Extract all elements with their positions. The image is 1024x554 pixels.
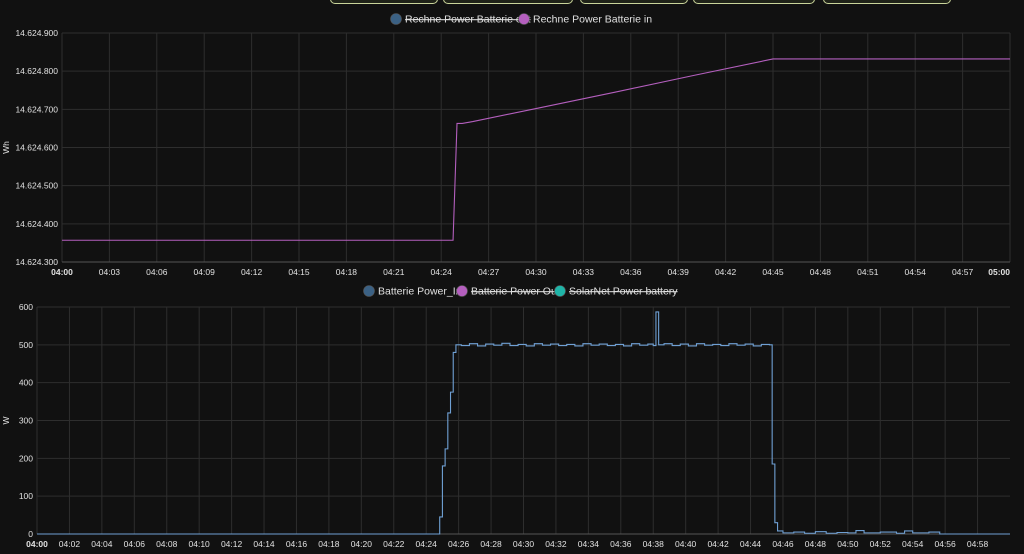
- chart1-x-tick-label: 04:15: [288, 267, 310, 277]
- chart1-x-tick-label: 04:42: [715, 267, 737, 277]
- chart2-x-tick-label: 04:40: [675, 539, 697, 549]
- chart2-x-tick-label: 04:52: [870, 539, 892, 549]
- chart1-y-tick-label: 14.624.500: [15, 181, 58, 191]
- chart1-x-tick-label: 04:33: [573, 267, 595, 277]
- chart2-y-tick-label: 100: [19, 491, 33, 501]
- chart2-x-tick-label: 04:12: [221, 539, 243, 549]
- chart2-x-tick-label: 04:44: [740, 539, 762, 549]
- chart2-legend-label-2: Batterie Power Out: [471, 286, 560, 298]
- chart1-y-tick-label: 14.624.900: [15, 28, 58, 38]
- chart2-x-tick-label: 04:32: [545, 539, 567, 549]
- chart2-x-tick-label: 04:38: [643, 539, 665, 549]
- chart1-x-tick-label: 04:39: [668, 267, 690, 277]
- chart2-y-axis-title: W: [1, 416, 11, 424]
- chart2-x-tick-label: 04:18: [318, 539, 340, 549]
- chart2-y-tick-label: 0: [28, 529, 33, 539]
- chart1-legend-item-1[interactable]: Rechne Power Batterie out: [390, 13, 531, 26]
- chart1-y-tick-label: 14.624.700: [15, 104, 58, 114]
- chart1-legend-label-1: Rechne Power Batterie out: [405, 14, 531, 26]
- chart2-x-tick-label: 04:30: [513, 539, 535, 549]
- chart1-x-tick-label: 04:57: [952, 267, 974, 277]
- chart2-y-tick-label: 400: [19, 378, 33, 388]
- chart2-x-tick-label: 04:14: [253, 539, 275, 549]
- chart2-x-tick-label: 04:06: [124, 539, 146, 549]
- chart1-x-tick-label: 04:24: [431, 267, 453, 277]
- chart2-x-tick-label: 04:00: [26, 539, 48, 549]
- chart1-x-tick-label: 04:48: [810, 267, 832, 277]
- chart2-x-tick-label: 04:26: [448, 539, 470, 549]
- chart2-y-tick-label: 600: [19, 302, 33, 312]
- chart2-y-tick-label: 300: [19, 416, 33, 426]
- dashboard: Rechne Power Batterie out Rechne Power Ba…: [0, 0, 1024, 554]
- chart1-x-tick-label: 04:18: [336, 267, 358, 277]
- chart2-y-tick-label: 500: [19, 340, 33, 350]
- chart1-legend-item-2[interactable]: Rechne Power Batterie in: [518, 13, 653, 26]
- chart1-x-tick-label: 04:45: [762, 267, 784, 277]
- chart1-y-tick-label: 14.624.400: [15, 219, 58, 229]
- chart2-x-tick-label: 04:24: [416, 539, 438, 549]
- chart2-legend-label-1: Batterie Power_In: [378, 286, 462, 298]
- chart2-legend-label-3: SolarNet Power battery: [569, 286, 678, 298]
- chart1-x-tick-label: 04:00: [51, 267, 73, 277]
- chart1-x-tick-label: 04:12: [241, 267, 263, 277]
- chart1-y-axis-title: Wh: [1, 141, 11, 154]
- chart2-x-tick-label: 04:54: [902, 539, 924, 549]
- chart2-legend-swatch-3: [554, 285, 566, 297]
- chart1-y-tick-label: 14.624.300: [15, 257, 58, 267]
- chart2-x-tick-label: 04:10: [189, 539, 211, 549]
- chart1-x-tick-label: 04:09: [194, 267, 216, 277]
- chart1-x-tick-label: 04:30: [525, 267, 547, 277]
- chart1-x-tick-label: 04:06: [146, 267, 168, 277]
- chart2-x-tick-label: 04:56: [934, 539, 956, 549]
- chart2-legend-item-3[interactable]: SolarNet Power battery: [554, 285, 679, 298]
- chart2-x-tick-label: 04:20: [351, 539, 373, 549]
- chart1-legend-label-2: Rechne Power Batterie in: [533, 14, 652, 26]
- chart2-x-tick-label: 04:58: [967, 539, 989, 549]
- chart2-x-tick-label: 04:36: [610, 539, 632, 549]
- chart1-x-tick-label: 05:00: [988, 267, 1010, 277]
- power-chart: Batterie Power_In Batterie Power Out Solar…: [1, 285, 1010, 549]
- chart1-x-tick-label: 04:51: [857, 267, 879, 277]
- chart2-legend-swatch-2: [456, 285, 468, 297]
- energy-chart: Rechne Power Batterie out Rechne Power Ba…: [1, 13, 1011, 277]
- chart1-x-tick-label: 04:36: [620, 267, 642, 277]
- chart2-x-tick-label: 04:16: [286, 539, 308, 549]
- chart1-legend-swatch-1: [390, 13, 402, 25]
- chart1-x-tick-label: 04:21: [383, 267, 405, 277]
- chart1-x-tick-label: 04:54: [905, 267, 927, 277]
- chart1-legend-swatch-2: [518, 13, 530, 25]
- chart2-x-tick-label: 04:08: [156, 539, 178, 549]
- chart2-x-tick-label: 04:22: [383, 539, 405, 549]
- chart1-x-tick-label: 04:03: [99, 267, 121, 277]
- chart1-y-tick-label: 14.624.600: [15, 143, 58, 153]
- chart2-x-tick-label: 04:48: [805, 539, 827, 549]
- chart2-x-tick-label: 04:04: [91, 539, 113, 549]
- chart2-legend-item-1[interactable]: Batterie Power_In: [363, 285, 462, 298]
- chart2-x-tick-label: 04:34: [578, 539, 600, 549]
- chart2-legend-item-2[interactable]: Batterie Power Out: [456, 285, 560, 298]
- chart2-y-tick-label: 200: [19, 453, 33, 463]
- chart1-y-tick-label: 14.624.800: [15, 66, 58, 76]
- chart2-x-tick-label: 04:42: [707, 539, 729, 549]
- chart2-x-tick-label: 04:46: [772, 539, 794, 549]
- chart2-x-tick-label: 04:50: [837, 539, 859, 549]
- chart2-legend-swatch-1: [363, 285, 375, 297]
- chart2-x-tick-label: 04:02: [59, 539, 81, 549]
- chart1-x-tick-label: 04:27: [478, 267, 500, 277]
- chart2-x-tick-label: 04:28: [480, 539, 502, 549]
